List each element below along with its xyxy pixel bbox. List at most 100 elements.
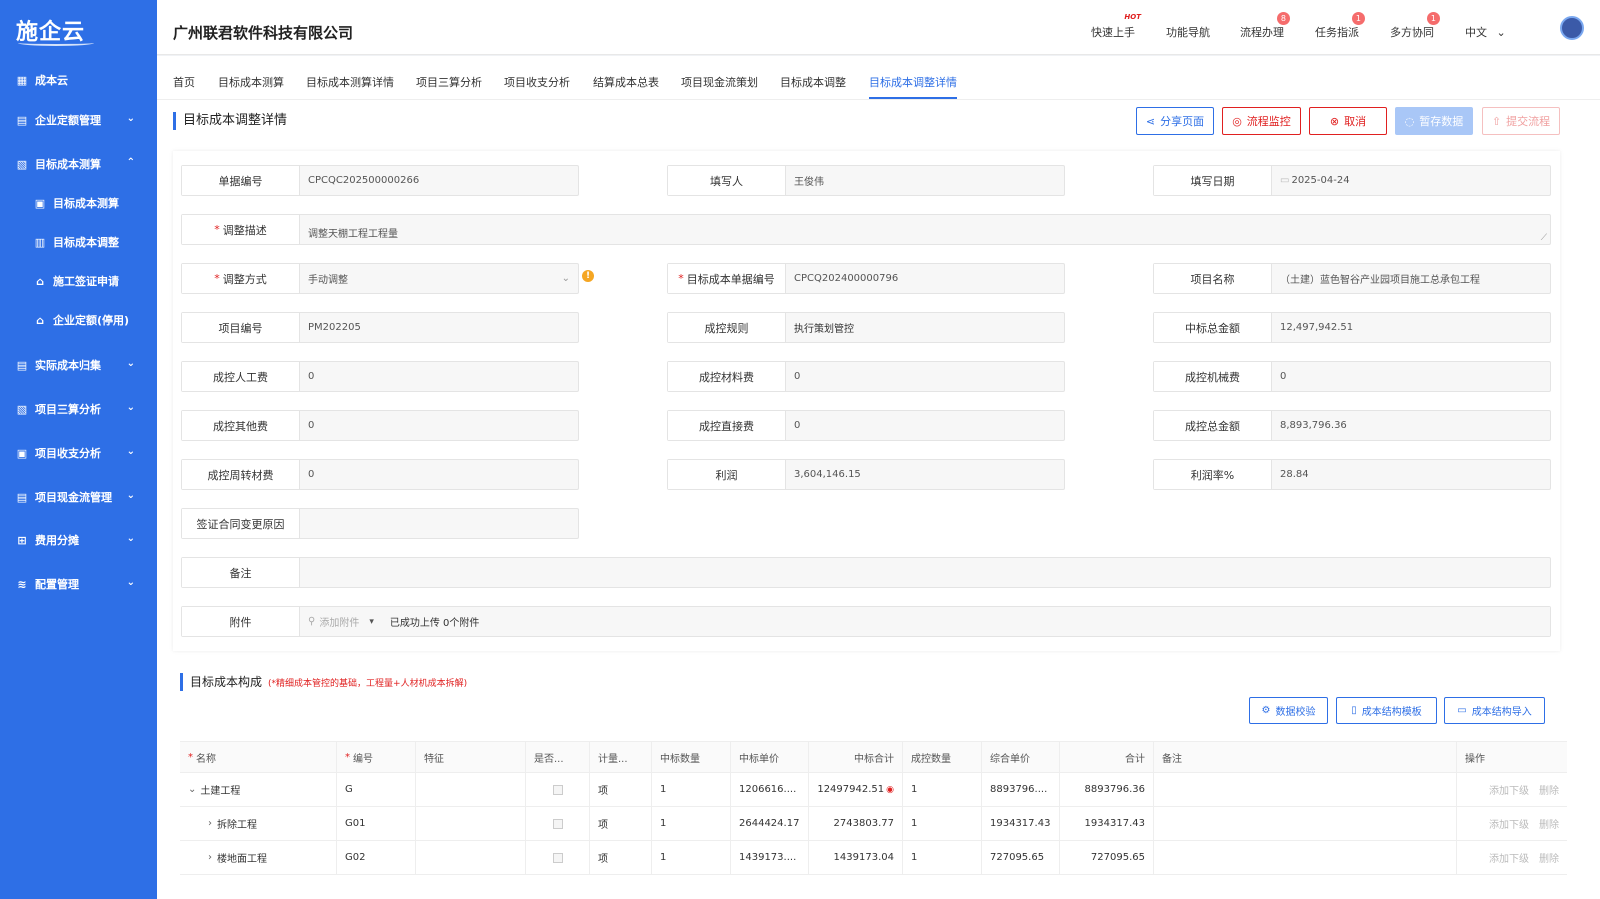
task-assign-link[interactable]: 任务指派 1 xyxy=(1315,12,1365,40)
target-no-value[interactable]: CPCQ202400000796 xyxy=(786,264,1064,293)
cell-ops: 添加下级 删除 xyxy=(1457,773,1567,806)
add-attachment-button[interactable]: ⚲ 添加附件 xyxy=(308,614,359,629)
remark-input[interactable] xyxy=(300,558,1550,587)
cell-feature[interactable] xyxy=(416,807,526,840)
tab-income-expense[interactable]: 项目收支分析 xyxy=(504,74,570,90)
sidebar-item-three-calc[interactable]: ▧ 项目三算分析 ⌄ xyxy=(0,391,157,427)
cell-feature[interactable] xyxy=(416,773,526,806)
col-is: 是否... xyxy=(526,742,590,772)
cancel-button[interactable]: ⊗ 取消 xyxy=(1309,107,1387,135)
checkbox[interactable] xyxy=(552,784,563,795)
machine-value: 0 xyxy=(1280,371,1287,382)
delete-link[interactable]: 删除 xyxy=(1539,850,1559,865)
method-field: * 调整方式 手动调整 ⌄ xyxy=(181,263,579,294)
field-label: 成控其他费 xyxy=(182,411,300,440)
cell-code[interactable]: G02 xyxy=(337,841,416,874)
field-label: 备注 xyxy=(182,558,300,587)
delete-link[interactable]: 删除 xyxy=(1539,816,1559,831)
reason-input[interactable] xyxy=(300,509,578,538)
sidebar-item-cost-allocation[interactable]: ⊞ 费用分摊 ⌄ xyxy=(0,522,157,558)
save-label: 暂存数据 xyxy=(1419,115,1464,128)
tab-target-adjust-detail[interactable]: 目标成本调整详情 xyxy=(869,74,957,99)
sidebar-item-label: 目标成本测算 xyxy=(53,197,119,210)
monitor-button[interactable]: ◎ 流程监控 xyxy=(1222,107,1301,135)
avatar[interactable] xyxy=(1560,16,1584,40)
cell-code[interactable]: G01 xyxy=(337,807,416,840)
cell-ops: 添加下级 删除 xyxy=(1457,841,1567,874)
add-child-link[interactable]: 添加下级 xyxy=(1489,782,1529,797)
sidebar-item-target-cost[interactable]: ▧ 目标成本测算 ⌃ xyxy=(0,146,157,182)
collab-link[interactable]: 多方协同 1 xyxy=(1390,12,1440,40)
cell-feature[interactable] xyxy=(416,841,526,874)
tab-target-adjust[interactable]: 目标成本调整 xyxy=(780,74,846,90)
field-label: 利润率% xyxy=(1154,460,1272,489)
cell-remark[interactable] xyxy=(1154,773,1457,806)
upload-icon: ⇧ xyxy=(1491,114,1502,128)
delete-link[interactable]: 删除 xyxy=(1539,782,1559,797)
sidebar-item-label: 配置管理 xyxy=(35,578,79,591)
calendar-icon: ▭ xyxy=(1280,175,1290,186)
tab-cashflow[interactable]: 项目现金流策划 xyxy=(681,74,758,90)
sidebar-item-income-expense[interactable]: ▣ 项目收支分析 ⌄ xyxy=(0,435,157,471)
cost-import-button[interactable]: ▭ 成本结构导入 xyxy=(1444,697,1545,724)
cell-is xyxy=(526,807,590,840)
sidebar-subitem-quota-disabled[interactable]: ⌂ 企业定额(停用) xyxy=(0,302,157,338)
cell-total: 8893796.36 xyxy=(1060,773,1154,806)
checkbox[interactable] xyxy=(552,818,563,829)
warning-icon[interactable]: ! xyxy=(582,270,594,282)
tab-settlement[interactable]: 结算成本总表 xyxy=(593,74,659,90)
sidebar-item-cost-cloud[interactable]: ▦ 成本云 xyxy=(0,62,157,98)
field-label: 成控机械费 xyxy=(1154,362,1272,391)
sidebar-item-actual-cost[interactable]: ▤ 实际成本归集 ⌄ xyxy=(0,347,157,383)
cell-name: › 楼地面工程 xyxy=(180,841,337,874)
sidebar-item-label: 成本云 xyxy=(35,74,68,87)
caret-down-icon[interactable]: ▾ xyxy=(369,617,374,627)
field-label: 填写日期 xyxy=(1154,166,1272,195)
language-select[interactable]: 中文 ⌄ xyxy=(1465,24,1506,40)
submit-button[interactable]: ⇧ 提交流程 xyxy=(1482,107,1560,135)
sidebar-subitem-target-calc[interactable]: ▣ 目标成本测算 xyxy=(0,185,157,221)
tab-home[interactable]: 首页 xyxy=(173,74,195,90)
col-bid-total: 中标合计 xyxy=(809,742,903,772)
expand-icon[interactable]: › xyxy=(208,852,212,863)
rule-field: 成控规则 执行策划管控 xyxy=(667,312,1065,343)
cell-remark[interactable] xyxy=(1154,807,1457,840)
expand-icon[interactable]: › xyxy=(208,818,212,829)
bid-total-text: 12497942.51 xyxy=(817,784,885,795)
process-link[interactable]: 流程办理 8 xyxy=(1240,12,1290,40)
add-child-link[interactable]: 添加下级 xyxy=(1489,816,1529,831)
ledger-icon: ▤ xyxy=(16,358,28,372)
function-nav-link[interactable]: 功能导航 xyxy=(1166,24,1210,40)
tab-target-calc[interactable]: 目标成本测算 xyxy=(218,74,284,90)
cell-remark[interactable] xyxy=(1154,841,1457,874)
sidebar-item-quota-mgmt[interactable]: ▤ 企业定额管理 ⌄ xyxy=(0,102,157,138)
desc-value: 调整天棚工程工程量 xyxy=(308,229,398,240)
sidebar-item-cashflow[interactable]: ▤ 项目现金流管理 ⌄ xyxy=(0,479,157,515)
label-text: 调整描述 xyxy=(222,223,267,237)
save-draft-button[interactable]: ◌ 暂存数据 xyxy=(1395,107,1473,135)
field-label: 项目编号 xyxy=(182,313,300,342)
sidebar-subitem-target-adjust[interactable]: ▥ 目标成本调整 xyxy=(0,224,157,260)
sidebar-subitem-visa-apply[interactable]: ⌂ 施工签证申请 xyxy=(0,263,157,299)
checkbox[interactable] xyxy=(552,852,563,863)
desc-textarea[interactable]: 调整天棚工程工程量 ⟋ xyxy=(300,215,1550,244)
col-feature: 特征 xyxy=(416,742,526,772)
sidebar-item-label: 实际成本归集 xyxy=(35,359,101,372)
table-row: › 拆除工程 G01 项 1 2644424.17 2743803.77 1 19… xyxy=(180,807,1567,841)
method-select[interactable]: 手动调整 ⌄ xyxy=(300,264,578,293)
sidebar-item-config[interactable]: ≋ 配置管理 ⌄ xyxy=(0,566,157,602)
eye-icon[interactable]: ◉ xyxy=(886,785,894,795)
add-child-link[interactable]: 添加下级 xyxy=(1489,850,1529,865)
task-assign-label: 任务指派 xyxy=(1315,26,1359,39)
cell-code[interactable]: G xyxy=(337,773,416,806)
share-button[interactable]: ⋖ 分享页面 xyxy=(1136,107,1214,135)
tab-target-calc-detail[interactable]: 目标成本测算详情 xyxy=(306,74,394,90)
chevron-down-icon: ⌄ xyxy=(561,273,570,284)
data-check-button[interactable]: ⚙ 数据校验 xyxy=(1249,697,1328,724)
tab-three-calc[interactable]: 项目三算分析 xyxy=(416,74,482,90)
layers-icon: ≋ xyxy=(17,577,27,591)
cost-template-button[interactable]: ▯ 成本结构模板 xyxy=(1336,697,1437,724)
direct-value: 0 xyxy=(794,420,801,431)
collapse-icon[interactable]: ⌄ xyxy=(188,784,196,795)
quick-start-link[interactable]: 快速上手 HOT xyxy=(1091,13,1141,40)
